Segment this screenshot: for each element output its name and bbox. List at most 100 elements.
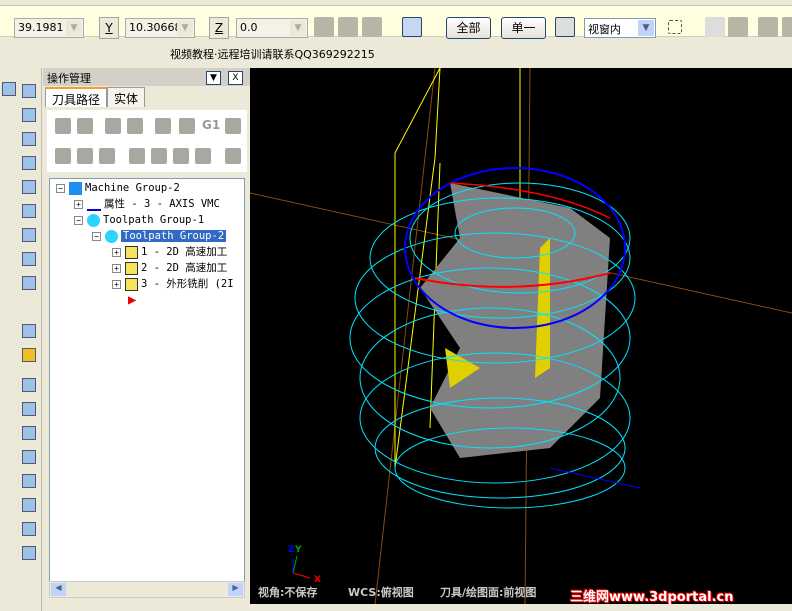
backplot-icon[interactable]	[155, 118, 171, 134]
tool-icon[interactable]	[22, 450, 36, 464]
part-body	[420, 183, 610, 458]
select-all-ops-icon[interactable]	[55, 118, 71, 134]
tool-icon[interactable]	[22, 204, 36, 218]
tool-icon[interactable]	[22, 252, 36, 266]
status-view: 视角:不保存	[258, 586, 318, 599]
tool-icon[interactable]	[22, 180, 36, 194]
tree-node-toolpath-group-1[interactable]: − Toolpath Group-1	[74, 213, 204, 228]
node-label: 属性 - 3 - AXIS VMC	[104, 198, 220, 210]
tool-icon[interactable]	[22, 84, 36, 98]
expand-icon[interactable]: +	[112, 263, 121, 273]
axis-z-label: Z	[288, 545, 295, 555]
select-dirty-ops-icon[interactable]	[77, 118, 93, 134]
expand-icon[interactable]: +	[112, 279, 121, 289]
select-all-button[interactable]: 全部	[446, 17, 491, 39]
tab-toolpaths[interactable]: 刀具路径	[45, 87, 108, 107]
tree-node-properties[interactable]: + 属性 - 3 - AXIS VMC	[74, 197, 220, 212]
node-label: 1 - 2D 高速加工	[141, 246, 228, 258]
tool-icon[interactable]	[22, 132, 36, 146]
post-toggle-icon[interactable]	[99, 148, 115, 164]
scroll-right-icon[interactable]: ▶	[228, 583, 243, 596]
z-label-button[interactable]: Z	[209, 17, 229, 39]
post-g1-button[interactable]: G1	[202, 118, 220, 132]
move-down-icon[interactable]	[129, 148, 145, 164]
expand-icon[interactable]: +	[74, 199, 83, 209]
chevron-down-icon[interactable]: ▼	[66, 20, 82, 36]
toggle-display-icon[interactable]	[77, 148, 93, 164]
node-label: Toolpath Group-2	[121, 230, 227, 242]
node-label: 2 - 2D 高速加工	[141, 262, 228, 274]
tool-icon[interactable]	[22, 402, 36, 416]
window-select-icon[interactable]	[668, 20, 682, 34]
solid-select-icon[interactable]	[728, 17, 748, 37]
insert-arrow-icon[interactable]	[173, 148, 189, 164]
tool-icon[interactable]	[22, 276, 36, 290]
select-single-button[interactable]: 单一	[501, 17, 546, 39]
tool-icon[interactable]	[22, 324, 36, 338]
tool-icon[interactable]	[2, 82, 16, 96]
panel-menu-button[interactable]: ▼	[206, 71, 221, 85]
exclamation-icon[interactable]	[338, 17, 358, 37]
autocursor-icon[interactable]	[362, 17, 382, 37]
highfeed-icon[interactable]	[225, 118, 241, 134]
solid-edge-icon[interactable]	[782, 17, 792, 37]
expand-icon[interactable]: +	[112, 247, 121, 257]
graphics-viewport[interactable]: Z Y X 视角:不保存 WCS:俯视图 刀具/绘图面:前视图 三维网www.3…	[249, 67, 792, 605]
regenerate-dirty-icon[interactable]	[127, 118, 143, 134]
regenerate-icon[interactable]	[105, 118, 121, 134]
operations-toolbar: G1	[47, 110, 247, 172]
scroll-icon[interactable]	[195, 148, 211, 164]
tree-node-operation[interactable]: +3 - 外形铣削 (2I	[112, 277, 234, 292]
move-up-icon[interactable]	[151, 148, 167, 164]
tool-icon[interactable]	[22, 228, 36, 242]
tree-node-operation[interactable]: +2 - 2D 高速加工	[112, 261, 227, 276]
horizontal-scrollbar[interactable]: ◀ ▶	[49, 581, 245, 598]
z-coordinate-field[interactable]: 0.0 ▼	[236, 18, 308, 38]
help-icon[interactable]	[402, 17, 422, 37]
arrow-select-icon[interactable]	[705, 17, 725, 37]
tree-node-machine-group[interactable]: − Machine Group-2	[56, 181, 180, 196]
scroll-left-icon[interactable]: ◀	[51, 583, 66, 596]
tool-icon[interactable]	[22, 378, 36, 392]
operation-folder-check-icon	[125, 245, 138, 259]
x-coordinate-field[interactable]: 39.1981 ▼	[14, 18, 84, 38]
solid-face-icon[interactable]	[758, 17, 778, 37]
chevron-down-icon[interactable]: ▼	[177, 20, 193, 36]
axis-y-label: Y	[294, 545, 302, 555]
fast-point-icon[interactable]	[314, 17, 334, 37]
toolpath-drawing: Z Y X	[249, 67, 792, 605]
tree-node-operation[interactable]: +1 - 2D 高速加工	[112, 245, 227, 260]
tab-solids[interactable]: 实体	[107, 87, 146, 107]
tool-icon[interactable]	[22, 348, 36, 362]
y-label-button[interactable]: Y	[99, 17, 119, 39]
wavy-icon[interactable]	[225, 148, 241, 164]
y-value: 10.30668	[129, 21, 182, 34]
y-coordinate-field[interactable]: 10.30668 ▼	[125, 18, 195, 38]
toolpath-tree: − Machine Group-2 + 属性 - 3 - AXIS VMC − Too…	[49, 178, 245, 598]
tool-icon[interactable]	[22, 498, 36, 512]
collapse-icon[interactable]: −	[56, 183, 65, 193]
watermark: 三维网www.3dportal.cn	[570, 590, 734, 605]
tool-icon[interactable]	[22, 522, 36, 536]
node-label: Toolpath Group-1	[103, 214, 205, 226]
view-select[interactable]: 视窗内 ▼	[584, 18, 656, 38]
tool-icon[interactable]	[22, 474, 36, 488]
tool-icon[interactable]	[22, 156, 36, 170]
smart-select-icon[interactable]	[555, 17, 575, 37]
chevron-down-icon[interactable]: ▼	[638, 20, 654, 36]
chevron-down-icon[interactable]: ▼	[290, 20, 306, 36]
panel-close-button[interactable]: X	[228, 71, 243, 85]
insert-arrow-icon[interactable]: ▶	[128, 293, 136, 308]
collapse-icon[interactable]: −	[74, 215, 83, 225]
tool-icon[interactable]	[22, 426, 36, 440]
tool-icon[interactable]	[22, 546, 36, 560]
toolpath-group-icon	[87, 213, 100, 227]
status-tplane: 刀具/绘图面:前视图	[440, 586, 537, 599]
x-value: 39.1981	[18, 21, 64, 34]
verify-icon[interactable]	[179, 118, 195, 134]
tool-icon[interactable]	[22, 108, 36, 122]
collapse-icon[interactable]: −	[92, 231, 101, 241]
tree-node-toolpath-group-2[interactable]: − Toolpath Group-2	[92, 229, 227, 244]
lock-icon[interactable]	[55, 148, 71, 164]
z-value: 0.0	[240, 21, 258, 34]
